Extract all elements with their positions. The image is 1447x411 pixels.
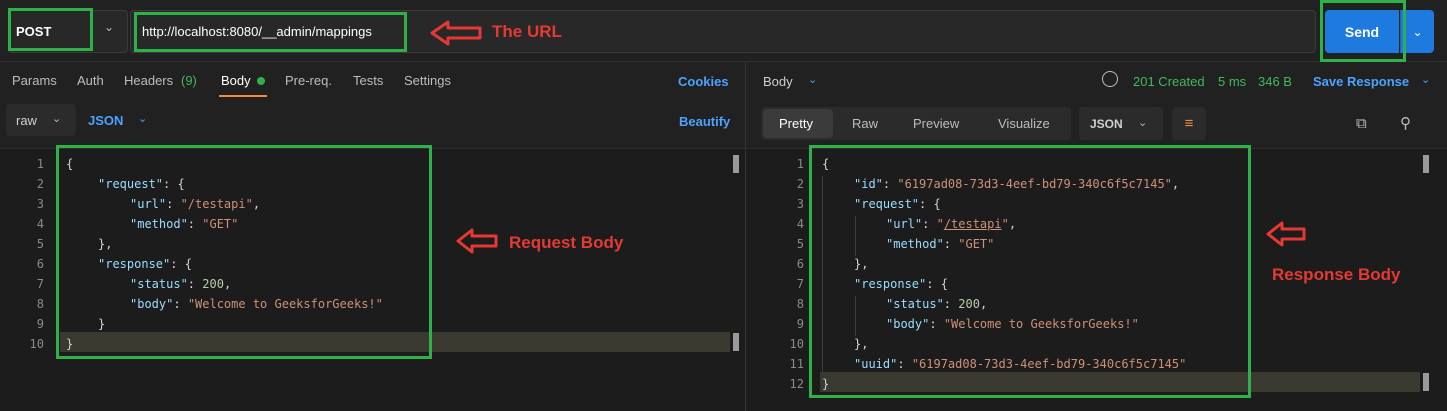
line-number: 1 [796,157,804,171]
search-icon[interactable]: ⚲ [1400,114,1411,132]
tab-pre-req[interactable]: Pre-req. [285,73,332,88]
tab-raw[interactable]: Raw [852,116,878,131]
wrap-lines-icon[interactable]: ≡ [1172,107,1206,140]
save-response-button[interactable]: Save Response [1313,74,1409,89]
tab-preview[interactable]: Preview [913,116,959,131]
globe-icon[interactable] [1102,71,1118,87]
line-number: 6 [36,257,44,271]
line-number: 7 [796,277,804,291]
active-tab-underline [219,95,267,97]
line-number: 9 [796,317,804,331]
line-number: 8 [36,297,44,311]
line-number: 2 [796,177,804,191]
response-size[interactable]: 346 B [1258,74,1292,89]
annotation-url-box [134,12,407,52]
line-number: 3 [36,197,44,211]
tab-pretty[interactable]: Pretty [779,116,813,131]
scrollbar-marker [733,333,739,351]
tab-body[interactable]: Body [221,73,251,88]
chevron-down-icon: ⌄ [1421,74,1431,86]
line-number: 10 [789,337,804,351]
chevron-down-icon: ⌄ [808,74,818,86]
line-number: 1 [36,157,44,171]
line-number: 2 [36,177,44,191]
annotation-method-box [8,8,93,51]
annotation-request-body-box [56,145,432,359]
body-mode-label: raw [16,113,37,128]
scrollbar-thumb[interactable] [1423,155,1429,173]
line-number: 12 [789,377,804,391]
tab-visualize[interactable]: Visualize [998,116,1050,131]
line-number: 4 [796,217,804,231]
annotation-response-body-box [809,145,1251,398]
line-number: 5 [796,237,804,251]
headers-count: (9) [181,73,197,88]
response-status[interactable]: 201 Created [1133,74,1205,89]
line-number: 8 [796,297,804,311]
scrollbar-marker [1423,373,1429,391]
beautify-button[interactable]: Beautify [679,114,730,129]
chevron-down-icon: ⌄ [1138,117,1148,129]
response-format-label: JSON [1090,117,1123,131]
cookies-link[interactable]: Cookies [678,74,729,89]
copy-icon[interactable]: ⧉ [1356,115,1367,132]
line-number: 10 [29,337,44,351]
annotation-send-box [1320,0,1406,62]
line-number: 3 [796,197,804,211]
scrollbar-thumb[interactable] [733,155,739,173]
annotation-url-label: The URL [492,22,562,41]
response-section-label[interactable]: Body [763,74,793,89]
body-format-select[interactable]: JSON [88,113,123,128]
arrow-left-icon [1266,221,1306,247]
tab-params[interactable]: Params [12,73,57,88]
annotation-response-body-label: Response Body [1272,265,1401,284]
line-number: 6 [796,257,804,271]
line-number: 7 [36,277,44,291]
chevron-down-icon: ⌄ [104,20,115,34]
line-number: 9 [36,317,44,331]
tab-auth[interactable]: Auth [77,73,104,88]
line-number: 5 [36,237,44,251]
line-number: 11 [789,357,804,371]
chevron-down-icon: ⌄ [52,113,62,125]
arrow-left-icon [430,20,482,46]
arrow-left-icon [456,228,498,254]
tab-tests[interactable]: Tests [353,73,383,88]
annotation-request-body-label: Request Body [509,233,624,252]
line-number: 4 [36,217,44,231]
body-indicator-dot [257,77,265,85]
response-time[interactable]: 5 ms [1218,74,1246,89]
chevron-down-icon: ⌄ [138,113,148,125]
tab-headers[interactable]: Headers [124,73,173,88]
tab-settings[interactable]: Settings [404,73,451,88]
